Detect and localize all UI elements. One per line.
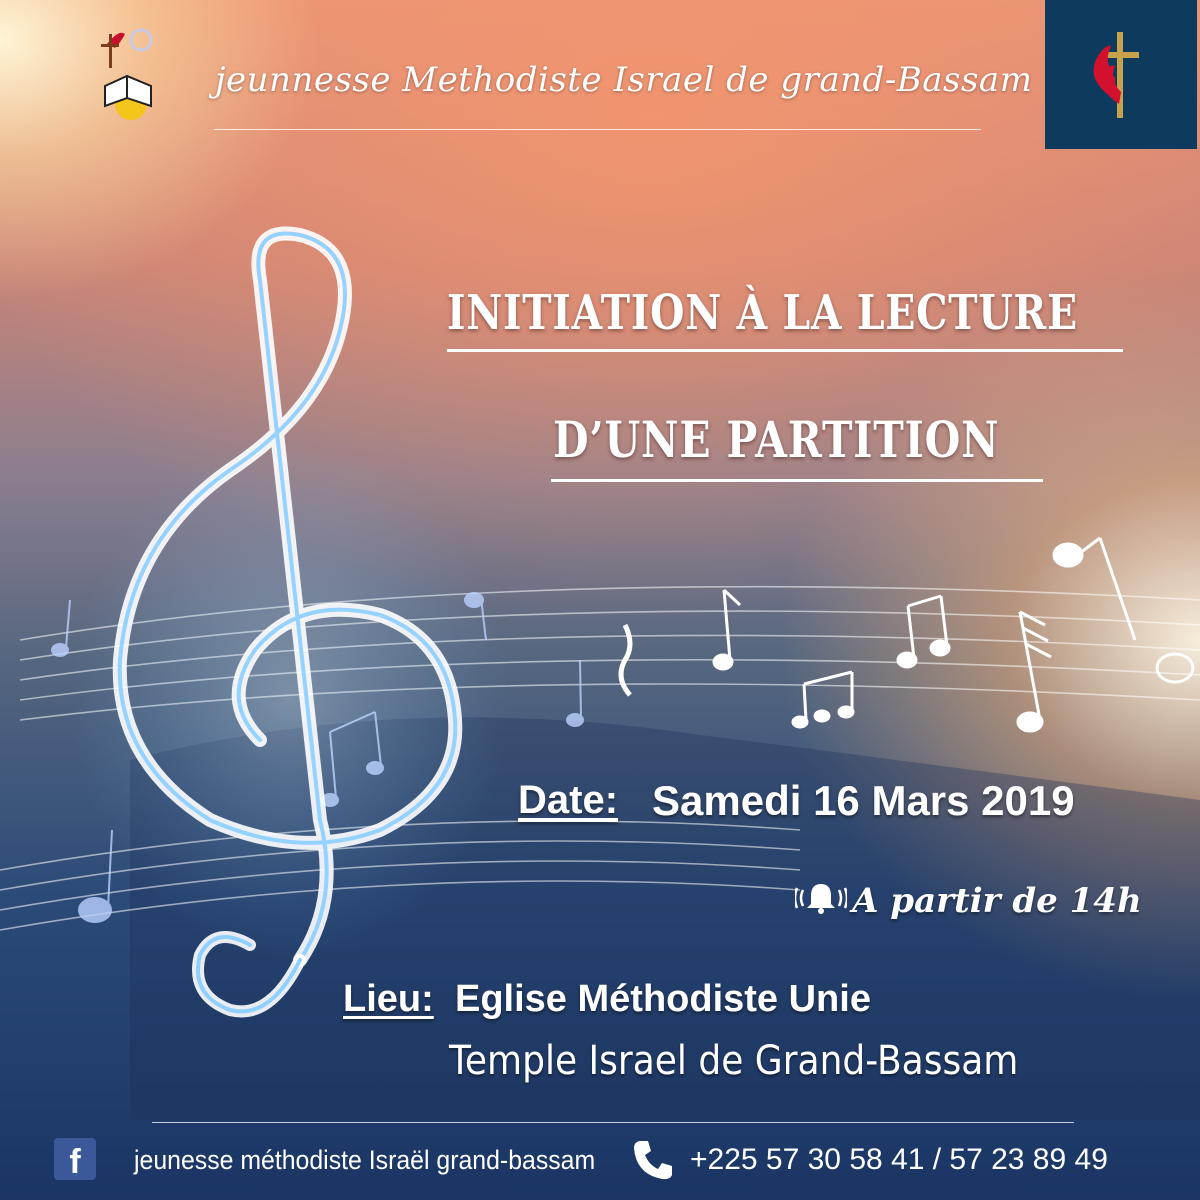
- venue-line-1: Eglise Méthodiste Unie: [455, 978, 871, 1020]
- footer-divider: [152, 1122, 1074, 1123]
- time-row: A partir de 14h: [793, 880, 1142, 921]
- venue-line-2: Temple Israel de Grand-Bassam: [449, 1038, 1019, 1084]
- methodist-cross-flame-icon: [1045, 0, 1197, 149]
- header-divider: [214, 129, 981, 130]
- date-label: Date:: [518, 778, 619, 822]
- header-title: jeunnesse Methodiste Israel de grand-Bas…: [215, 60, 1033, 100]
- phone-numbers: +225 57 30 58 41 / 57 23 89 49: [690, 1143, 1108, 1176]
- date-value: Samedi 16 Mars 2019: [652, 777, 1075, 824]
- facebook-icon: f: [54, 1138, 96, 1181]
- phone-icon: [632, 1138, 674, 1182]
- title-underline-2: [551, 479, 1043, 482]
- church-logo-icon: [93, 14, 161, 124]
- event-title-line-2: D’UNE PARTITION: [553, 410, 1000, 469]
- poster: jeunnesse Methodiste Israel de grand-Bas…: [0, 0, 1200, 1200]
- bell-icon: [793, 884, 852, 916]
- title-underline-1: [447, 349, 1123, 352]
- time-text: A partir de 14h: [852, 881, 1142, 921]
- event-title-line-1: INITIATION À LA LECTURE: [447, 285, 1078, 341]
- venue-label: Lieu:: [343, 978, 434, 1020]
- facebook-page-name: jeunesse méthodiste Israël grand-bassam: [134, 1145, 596, 1175]
- music-notes: [618, 536, 1195, 733]
